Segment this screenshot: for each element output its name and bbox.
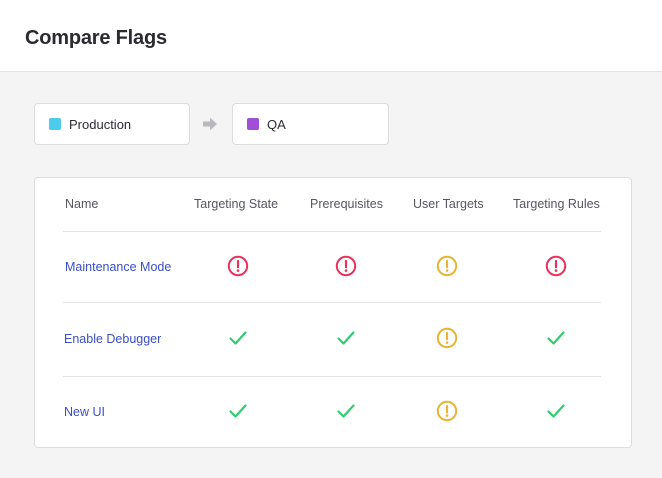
check-icon-prerequisites <box>337 404 355 418</box>
source-environment-label: Production <box>69 116 132 132</box>
row-divider <box>63 302 601 303</box>
compare-table: Name Targeting State Prerequisites User … <box>34 177 632 448</box>
row-divider <box>63 376 601 377</box>
flag-link-enable-debugger[interactable]: Enable Debugger <box>64 332 161 346</box>
check-icon-targeting-state <box>229 331 247 345</box>
warning-alert-icon-user-targets <box>436 327 458 349</box>
page-header: Compare Flags <box>0 0 662 72</box>
flag-link-maintenance-mode[interactable]: Maintenance Mode <box>65 260 171 274</box>
column-header-prerequisites: Prerequisites <box>310 197 383 211</box>
source-environment-color-swatch <box>49 118 61 130</box>
error-alert-icon-prerequisites <box>335 255 357 277</box>
check-icon-prerequisites <box>337 331 355 345</box>
flag-link-new-ui[interactable]: New UI <box>64 405 105 419</box>
column-header-name: Name <box>65 197 99 211</box>
warning-alert-icon-user-targets <box>436 400 458 422</box>
check-icon-targeting-rules <box>547 404 565 418</box>
arrow-right-icon <box>203 117 217 131</box>
target-environment-label: QA <box>267 116 286 132</box>
check-icon-targeting-state <box>229 404 247 418</box>
target-environment-selector[interactable]: QA <box>232 103 389 145</box>
target-environment-color-swatch <box>247 118 259 130</box>
check-icon-targeting-rules <box>547 331 565 345</box>
warning-alert-icon-user-targets <box>436 255 458 277</box>
row-divider <box>63 231 601 232</box>
error-alert-icon-targeting-state <box>227 255 249 277</box>
column-header-targeting-state: Targeting State <box>194 197 279 211</box>
column-header-targeting-rules: Targeting Rules <box>513 197 600 211</box>
source-environment-selector[interactable]: Production <box>34 103 190 145</box>
error-alert-icon-targeting-rules <box>545 255 567 277</box>
page-title: Compare Flags <box>25 27 167 49</box>
column-header-user-targets: User Targets <box>413 197 484 211</box>
